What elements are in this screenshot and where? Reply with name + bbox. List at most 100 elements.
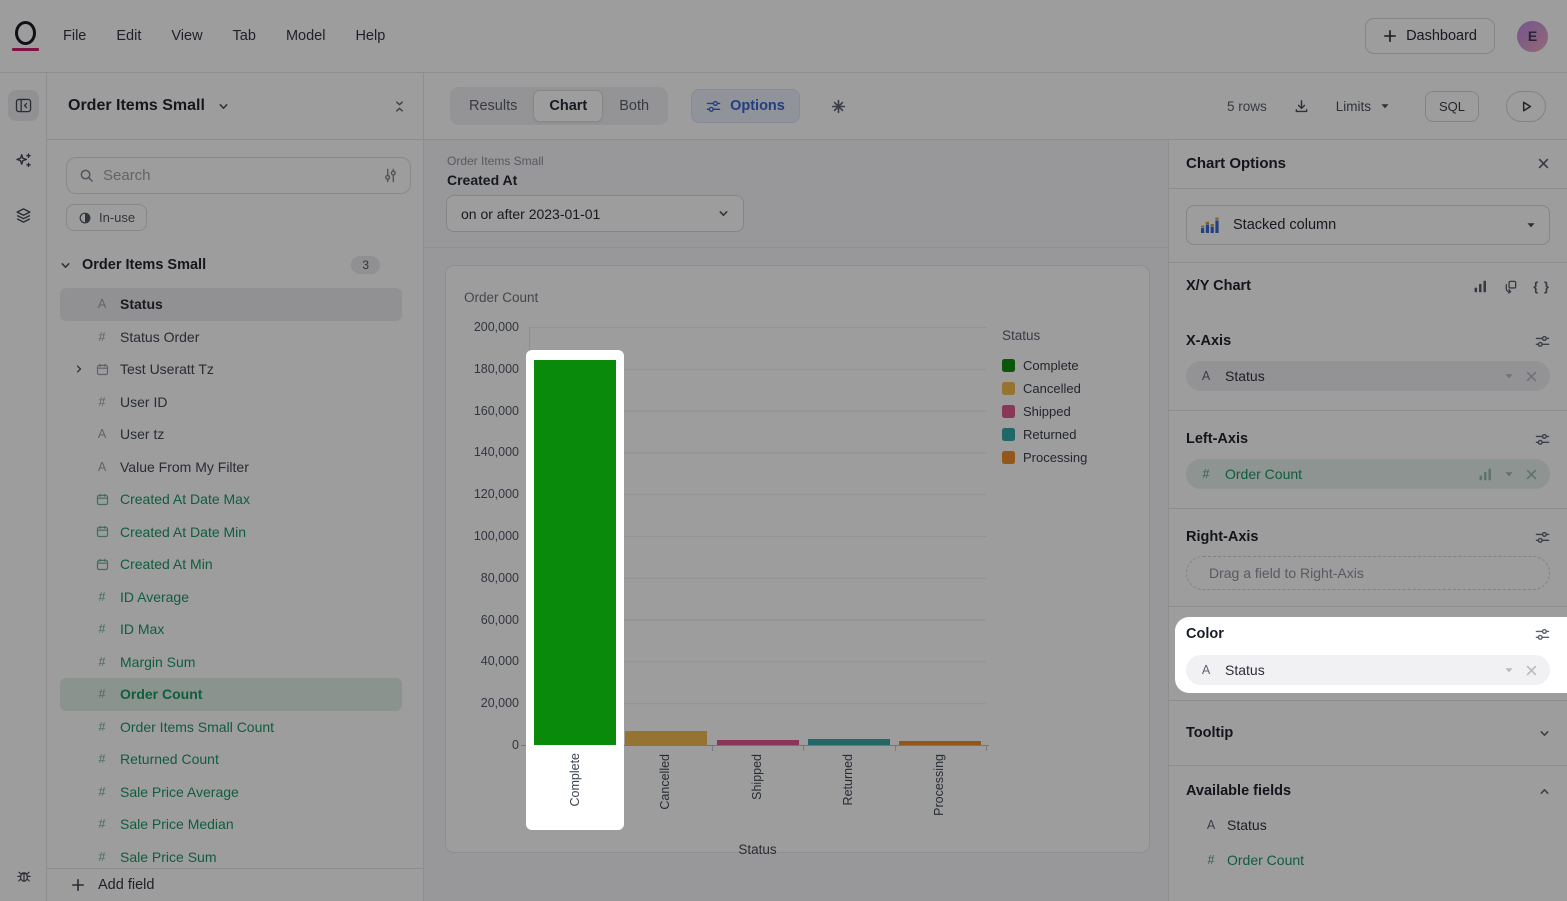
magic-sparkle-icon[interactable] xyxy=(831,99,846,114)
collapse-panel-icon[interactable] xyxy=(8,90,39,121)
debug-bug-icon[interactable] xyxy=(8,860,39,891)
menu-item-edit[interactable]: Edit xyxy=(116,28,141,44)
collapse-sections-icon[interactable] xyxy=(394,100,405,113)
field-item[interactable]: #Margin Sum xyxy=(60,646,402,679)
run-query-button[interactable] xyxy=(1506,91,1546,122)
limits-dropdown[interactable]: Limits xyxy=(1336,99,1390,114)
group-expand-icon[interactable] xyxy=(60,260,80,271)
chevron-down-icon[interactable] xyxy=(1539,728,1550,739)
x-axis-settings-icon[interactable] xyxy=(1535,334,1550,349)
x-axis-field-pill[interactable]: A Status xyxy=(1186,361,1550,391)
field-item[interactable]: #ID Max xyxy=(60,613,402,646)
search-input[interactable] xyxy=(103,167,383,184)
left-axis-settings-icon[interactable] xyxy=(1535,432,1550,447)
expand-icon[interactable] xyxy=(74,364,90,374)
chevron-down-icon[interactable] xyxy=(218,101,229,112)
series-type-icon[interactable] xyxy=(1478,468,1493,481)
remove-field-icon[interactable] xyxy=(1525,370,1538,383)
field-item[interactable]: #Sale Price Median xyxy=(60,808,402,841)
legend-item-cancelled[interactable]: Cancelled xyxy=(1002,377,1087,400)
field-item[interactable]: Created At Date Min xyxy=(60,516,402,549)
field-item[interactable]: Created At Date Max xyxy=(60,483,402,516)
bar-complete[interactable] xyxy=(534,360,616,745)
bar-shipped[interactable] xyxy=(717,740,799,745)
search-filter-sliders-icon[interactable] xyxy=(383,168,398,183)
field-item[interactable]: #Order Items Small Count xyxy=(60,711,402,744)
y-tick-label: 60,000 xyxy=(457,613,519,627)
sql-button[interactable]: SQL xyxy=(1425,91,1479,122)
tab-results[interactable]: Results xyxy=(453,90,533,122)
field-item[interactable]: AValue From My Filter xyxy=(60,451,402,484)
legend-item-complete[interactable]: Complete xyxy=(1002,354,1087,377)
plus-icon xyxy=(1383,29,1397,43)
field-item[interactable]: #User ID xyxy=(60,386,402,419)
bar-processing[interactable] xyxy=(899,741,981,745)
caret-down-icon[interactable] xyxy=(1504,469,1514,479)
remove-field-icon[interactable] xyxy=(1525,664,1538,677)
code-braces-icon[interactable]: { } xyxy=(1533,279,1550,294)
field-item[interactable]: #Sale Price Average xyxy=(60,776,402,809)
bar-chart-icon[interactable] xyxy=(1473,280,1488,293)
ai-sparkles-icon[interactable] xyxy=(8,145,39,176)
results-toolbar: ResultsChartBoth Options 5 rows Limits S… xyxy=(424,73,1567,140)
field-item[interactable]: AStatus xyxy=(60,288,402,321)
field-item[interactable]: Created At Min xyxy=(60,548,402,581)
add-dashboard-button[interactable]: Dashboard xyxy=(1365,18,1495,54)
menu-item-tab[interactable]: Tab xyxy=(233,28,256,44)
tab-both[interactable]: Both xyxy=(603,90,665,122)
remove-field-icon[interactable] xyxy=(1525,468,1538,481)
divider xyxy=(1169,765,1567,766)
field-item[interactable]: Test Useratt Tz xyxy=(60,353,402,386)
sidebar-title[interactable]: Order Items Small xyxy=(68,97,205,115)
chart-card: Order Count 020,00040,00060,00080,000100… xyxy=(445,265,1150,853)
sliders-icon xyxy=(706,99,721,114)
field-item[interactable]: #Order Count xyxy=(60,678,402,711)
add-field-button[interactable]: Add field xyxy=(47,868,423,901)
string-icon: A xyxy=(94,427,110,441)
right-axis-settings-icon[interactable] xyxy=(1535,530,1550,545)
number-icon: # xyxy=(94,655,110,669)
field-item[interactable]: #Status Order xyxy=(60,321,402,354)
layers-icon[interactable] xyxy=(8,200,39,231)
bar-returned[interactable] xyxy=(808,739,890,745)
in-use-filter-pill[interactable]: In-use xyxy=(66,204,147,231)
x-tick-label: Shipped xyxy=(750,754,764,800)
avatar[interactable]: E xyxy=(1517,21,1548,52)
transpose-icon[interactable] xyxy=(1503,279,1518,294)
tab-chart[interactable]: Chart xyxy=(533,90,603,122)
color-settings-icon[interactable] xyxy=(1535,627,1550,642)
field-label: Created At Min xyxy=(120,556,213,572)
chevron-up-icon[interactable] xyxy=(1539,786,1550,797)
options-button[interactable]: Options xyxy=(691,89,800,123)
menu-item-file[interactable]: File xyxy=(63,28,86,44)
color-field-pill[interactable]: A Status xyxy=(1186,655,1550,685)
legend-item-returned[interactable]: Returned xyxy=(1002,423,1087,446)
caret-down-icon[interactable] xyxy=(1504,371,1514,381)
field-group-row[interactable]: Order Items Small 3 xyxy=(60,252,416,278)
left-axis-field-pill[interactable]: # Order Count xyxy=(1186,459,1550,489)
field-item[interactable]: #ID Average xyxy=(60,581,402,614)
close-icon[interactable] xyxy=(1537,157,1550,170)
left-axis-field-label: Order Count xyxy=(1225,466,1302,482)
menu-item-view[interactable]: View xyxy=(171,28,202,44)
tooltip-section[interactable]: Tooltip xyxy=(1186,725,1550,741)
available-fields-heading: Available fields xyxy=(1186,783,1291,799)
available-field-item[interactable]: AStatus xyxy=(1204,816,1267,834)
available-fields-section[interactable]: Available fields xyxy=(1186,783,1550,799)
caret-down-icon[interactable] xyxy=(1504,665,1514,675)
menu-item-help[interactable]: Help xyxy=(355,28,385,44)
date-filter-select[interactable]: on or after 2023-01-01 xyxy=(446,195,744,232)
divider xyxy=(424,247,1168,248)
field-item[interactable]: AUser tz xyxy=(60,418,402,451)
menu-item-model[interactable]: Model xyxy=(286,28,326,44)
available-field-item[interactable]: #Order Count xyxy=(1204,851,1304,869)
right-axis-dropzone[interactable]: Drag a field to Right-Axis xyxy=(1186,556,1550,590)
download-icon[interactable] xyxy=(1294,99,1309,114)
omni-logo-icon[interactable] xyxy=(11,21,39,52)
legend-item-shipped[interactable]: Shipped xyxy=(1002,400,1087,423)
chart-type-select[interactable]: Stacked column xyxy=(1186,205,1550,245)
field-item[interactable]: #Returned Count xyxy=(60,743,402,776)
bar-cancelled[interactable] xyxy=(625,731,707,745)
field-label: Status xyxy=(120,296,163,312)
legend-item-processing[interactable]: Processing xyxy=(1002,446,1087,469)
